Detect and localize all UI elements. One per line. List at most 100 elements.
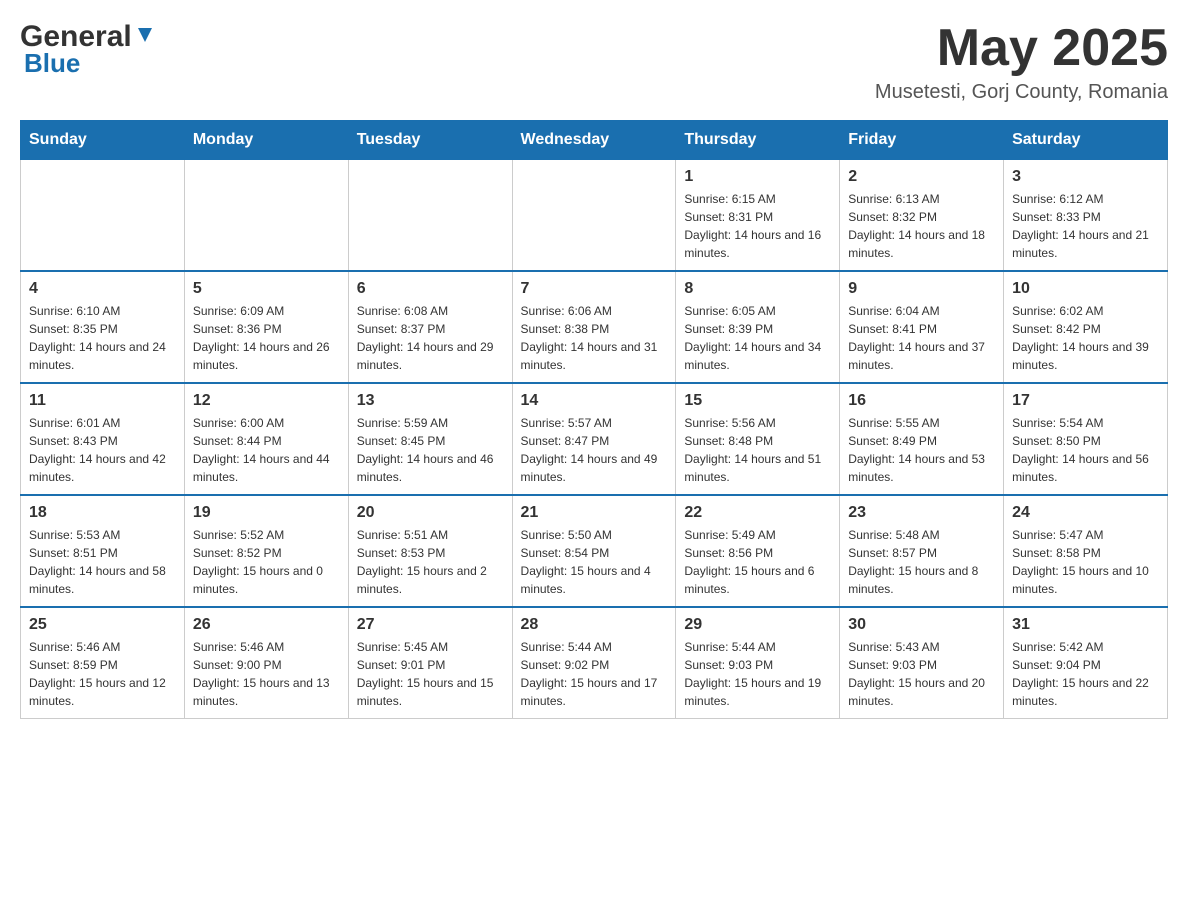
calendar-cell: 29 Sunrise: 5:44 AM Sunset: 9:03 PM Dayli… — [676, 607, 840, 719]
day-info: Sunrise: 5:46 AM Sunset: 9:00 PM Dayligh… — [193, 638, 340, 710]
logo: General Blue — [20, 20, 156, 79]
day-info: Sunrise: 5:42 AM Sunset: 9:04 PM Dayligh… — [1012, 638, 1159, 710]
calendar-cell: 17Sunrise: 5:54 AM Sunset: 8:50 PM Dayli… — [1004, 383, 1168, 495]
calendar-cell: 22Sunrise: 5:49 AM Sunset: 8:56 PM Dayli… — [676, 495, 840, 607]
calendar-cell: 4Sunrise: 6:10 AM Sunset: 8:35 PM Daylig… — [21, 271, 185, 383]
day-number: 10 — [1012, 280, 1159, 298]
calendar-cell: 15 Sunrise: 5:56 AM Sunset: 8:48 PM Dayli… — [676, 383, 840, 495]
calendar-cell: 20 Sunrise: 5:51 AM Sunset: 8:53 PM Dayli… — [348, 495, 512, 607]
day-info: Sunrise: 6:13 AM Sunset: 8:32 PM Dayligh… — [848, 190, 995, 262]
day-info: Sunrise: 5:48 AM Sunset: 8:57 PM Dayligh… — [848, 526, 995, 598]
day-info: Sunrise: 5:57 AM Sunset: 8:47 PM Dayligh… — [521, 414, 668, 486]
weekday-header-friday: Friday — [840, 121, 1004, 160]
week-row-1: 1 Sunrise: 6:15 AM Sunset: 8:31 PM Daylig… — [21, 160, 1168, 272]
week-row-5: 25Sunrise: 5:46 AM Sunset: 8:59 PM Dayli… — [21, 607, 1168, 719]
calendar-cell: 1 Sunrise: 6:15 AM Sunset: 8:31 PM Daylig… — [676, 160, 840, 272]
day-number: 24 — [1012, 504, 1159, 522]
day-info: Sunrise: 6:04 AM Sunset: 8:41 PM Dayligh… — [848, 302, 995, 374]
calendar-cell: 12 Sunrise: 6:00 AM Sunset: 8:44 PM Dayli… — [184, 383, 348, 495]
calendar-cell: 5 Sunrise: 6:09 AM Sunset: 8:36 PM Daylig… — [184, 271, 348, 383]
day-info: Sunrise: 6:02 AM Sunset: 8:42 PM Dayligh… — [1012, 302, 1159, 374]
weekday-header-sunday: Sunday — [21, 121, 185, 160]
day-number: 6 — [357, 280, 504, 298]
calendar-cell: 26 Sunrise: 5:46 AM Sunset: 9:00 PM Dayli… — [184, 607, 348, 719]
week-row-4: 18Sunrise: 5:53 AM Sunset: 8:51 PM Dayli… — [21, 495, 1168, 607]
day-info: Sunrise: 5:50 AM Sunset: 8:54 PM Dayligh… — [521, 526, 668, 598]
day-number: 30 — [848, 616, 995, 634]
calendar-cell: 2 Sunrise: 6:13 AM Sunset: 8:32 PM Daylig… — [840, 160, 1004, 272]
weekday-header-thursday: Thursday — [676, 121, 840, 160]
day-number: 14 — [521, 392, 668, 410]
calendar-cell: 30 Sunrise: 5:43 AM Sunset: 9:03 PM Dayli… — [840, 607, 1004, 719]
day-number: 23 — [848, 504, 995, 522]
day-info: Sunrise: 6:08 AM Sunset: 8:37 PM Dayligh… — [357, 302, 504, 374]
day-info: Sunrise: 6:15 AM Sunset: 8:31 PM Dayligh… — [684, 190, 831, 262]
day-number: 1 — [684, 168, 831, 186]
location: Musetesti, Gorj County, Romania — [875, 81, 1168, 104]
day-number: 28 — [521, 616, 668, 634]
calendar-cell — [184, 160, 348, 272]
calendar-cell: 24Sunrise: 5:47 AM Sunset: 8:58 PM Dayli… — [1004, 495, 1168, 607]
month-title: May 2025 — [875, 20, 1168, 77]
calendar-table: SundayMondayTuesdayWednesdayThursdayFrid… — [20, 120, 1168, 719]
title-block: May 2025 Musetesti, Gorj County, Romania — [875, 20, 1168, 104]
day-number: 20 — [357, 504, 504, 522]
day-number: 13 — [357, 392, 504, 410]
calendar-cell: 23 Sunrise: 5:48 AM Sunset: 8:57 PM Dayli… — [840, 495, 1004, 607]
day-number: 8 — [684, 280, 831, 298]
day-number: 15 — [684, 392, 831, 410]
weekday-header-monday: Monday — [184, 121, 348, 160]
day-number: 29 — [684, 616, 831, 634]
weekday-header-tuesday: Tuesday — [348, 121, 512, 160]
calendar-cell: 27 Sunrise: 5:45 AM Sunset: 9:01 PM Dayli… — [348, 607, 512, 719]
day-info: Sunrise: 5:51 AM Sunset: 8:53 PM Dayligh… — [357, 526, 504, 598]
day-number: 22 — [684, 504, 831, 522]
calendar-cell: 31 Sunrise: 5:42 AM Sunset: 9:04 PM Dayli… — [1004, 607, 1168, 719]
day-info: Sunrise: 5:56 AM Sunset: 8:48 PM Dayligh… — [684, 414, 831, 486]
calendar-cell: 6 Sunrise: 6:08 AM Sunset: 8:37 PM Daylig… — [348, 271, 512, 383]
day-number: 2 — [848, 168, 995, 186]
day-info: Sunrise: 5:52 AM Sunset: 8:52 PM Dayligh… — [193, 526, 340, 598]
week-row-3: 11Sunrise: 6:01 AM Sunset: 8:43 PM Dayli… — [21, 383, 1168, 495]
day-info: Sunrise: 5:45 AM Sunset: 9:01 PM Dayligh… — [357, 638, 504, 710]
weekday-header-wednesday: Wednesday — [512, 121, 676, 160]
day-number: 7 — [521, 280, 668, 298]
day-info: Sunrise: 5:43 AM Sunset: 9:03 PM Dayligh… — [848, 638, 995, 710]
day-number: 31 — [1012, 616, 1159, 634]
day-info: Sunrise: 6:05 AM Sunset: 8:39 PM Dayligh… — [684, 302, 831, 374]
calendar-cell: 25Sunrise: 5:46 AM Sunset: 8:59 PM Dayli… — [21, 607, 185, 719]
day-info: Sunrise: 6:10 AM Sunset: 8:35 PM Dayligh… — [29, 302, 176, 374]
day-number: 3 — [1012, 168, 1159, 186]
day-info: Sunrise: 6:12 AM Sunset: 8:33 PM Dayligh… — [1012, 190, 1159, 262]
day-info: Sunrise: 6:09 AM Sunset: 8:36 PM Dayligh… — [193, 302, 340, 374]
calendar-cell: 10 Sunrise: 6:02 AM Sunset: 8:42 PM Dayli… — [1004, 271, 1168, 383]
day-number: 12 — [193, 392, 340, 410]
calendar-cell: 16 Sunrise: 5:55 AM Sunset: 8:49 PM Dayli… — [840, 383, 1004, 495]
day-info: Sunrise: 5:59 AM Sunset: 8:45 PM Dayligh… — [357, 414, 504, 486]
day-info: Sunrise: 6:00 AM Sunset: 8:44 PM Dayligh… — [193, 414, 340, 486]
calendar-cell — [512, 160, 676, 272]
page-header: General Blue May 2025 Musetesti, Gorj Co… — [20, 20, 1168, 104]
day-info: Sunrise: 5:55 AM Sunset: 8:49 PM Dayligh… — [848, 414, 995, 486]
calendar-cell — [21, 160, 185, 272]
day-number: 11 — [29, 392, 176, 410]
day-number: 16 — [848, 392, 995, 410]
week-row-2: 4Sunrise: 6:10 AM Sunset: 8:35 PM Daylig… — [21, 271, 1168, 383]
day-info: Sunrise: 5:44 AM Sunset: 9:03 PM Dayligh… — [684, 638, 831, 710]
logo-blue: Blue — [24, 48, 80, 79]
calendar-cell: 8 Sunrise: 6:05 AM Sunset: 8:39 PM Daylig… — [676, 271, 840, 383]
calendar-cell: 13 Sunrise: 5:59 AM Sunset: 8:45 PM Dayli… — [348, 383, 512, 495]
day-number: 5 — [193, 280, 340, 298]
day-number: 26 — [193, 616, 340, 634]
calendar-cell: 11Sunrise: 6:01 AM Sunset: 8:43 PM Dayli… — [21, 383, 185, 495]
calendar-cell: 9Sunrise: 6:04 AM Sunset: 8:41 PM Daylig… — [840, 271, 1004, 383]
day-number: 17 — [1012, 392, 1159, 410]
calendar-cell: 14 Sunrise: 5:57 AM Sunset: 8:47 PM Dayli… — [512, 383, 676, 495]
calendar-cell: 19Sunrise: 5:52 AM Sunset: 8:52 PM Dayli… — [184, 495, 348, 607]
calendar-cell: 28Sunrise: 5:44 AM Sunset: 9:02 PM Dayli… — [512, 607, 676, 719]
day-info: Sunrise: 5:53 AM Sunset: 8:51 PM Dayligh… — [29, 526, 176, 598]
day-number: 27 — [357, 616, 504, 634]
day-number: 21 — [521, 504, 668, 522]
calendar-cell: 7Sunrise: 6:06 AM Sunset: 8:38 PM Daylig… — [512, 271, 676, 383]
calendar-cell: 3 Sunrise: 6:12 AM Sunset: 8:33 PM Daylig… — [1004, 160, 1168, 272]
